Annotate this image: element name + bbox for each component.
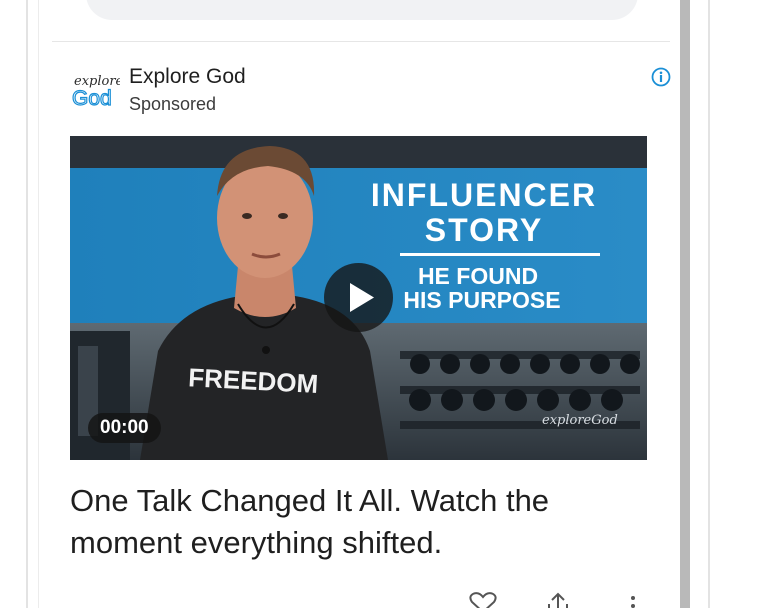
play-button[interactable] bbox=[324, 263, 393, 332]
play-icon bbox=[350, 283, 374, 312]
share-icon[interactable] bbox=[543, 592, 573, 608]
ad-headline[interactable]: One Talk Changed It All. Watch the momen… bbox=[70, 480, 630, 564]
frame-border-left-inner bbox=[38, 0, 39, 608]
more-vertical-icon[interactable] bbox=[618, 592, 648, 608]
frame-border-right bbox=[708, 0, 710, 608]
video-subheading-line2: HIS PURPOSE bbox=[403, 287, 560, 313]
heart-icon[interactable] bbox=[468, 592, 498, 608]
logo-text-bottom: God bbox=[72, 87, 112, 110]
scrollbar[interactable] bbox=[680, 0, 690, 608]
advertiser-name[interactable]: Explore God bbox=[129, 64, 246, 90]
video-watermark: exploreGod bbox=[542, 413, 618, 428]
frame-border-left bbox=[26, 0, 28, 608]
video-heading-line2: STORY bbox=[425, 212, 543, 248]
video-subheading-line1: HE FOUND bbox=[418, 263, 538, 289]
card-divider bbox=[52, 41, 670, 42]
sponsored-label: Sponsored bbox=[129, 94, 217, 114]
feed-viewport: explore God Explore God Sponsored FREEDO… bbox=[0, 0, 760, 608]
previous-card bbox=[86, 0, 638, 20]
video-heading-line1: INFLUENCER bbox=[371, 177, 597, 213]
video-timestamp: 00:00 bbox=[88, 413, 161, 443]
advertiser-logo[interactable]: explore God bbox=[70, 72, 123, 111]
info-icon[interactable] bbox=[650, 66, 672, 88]
